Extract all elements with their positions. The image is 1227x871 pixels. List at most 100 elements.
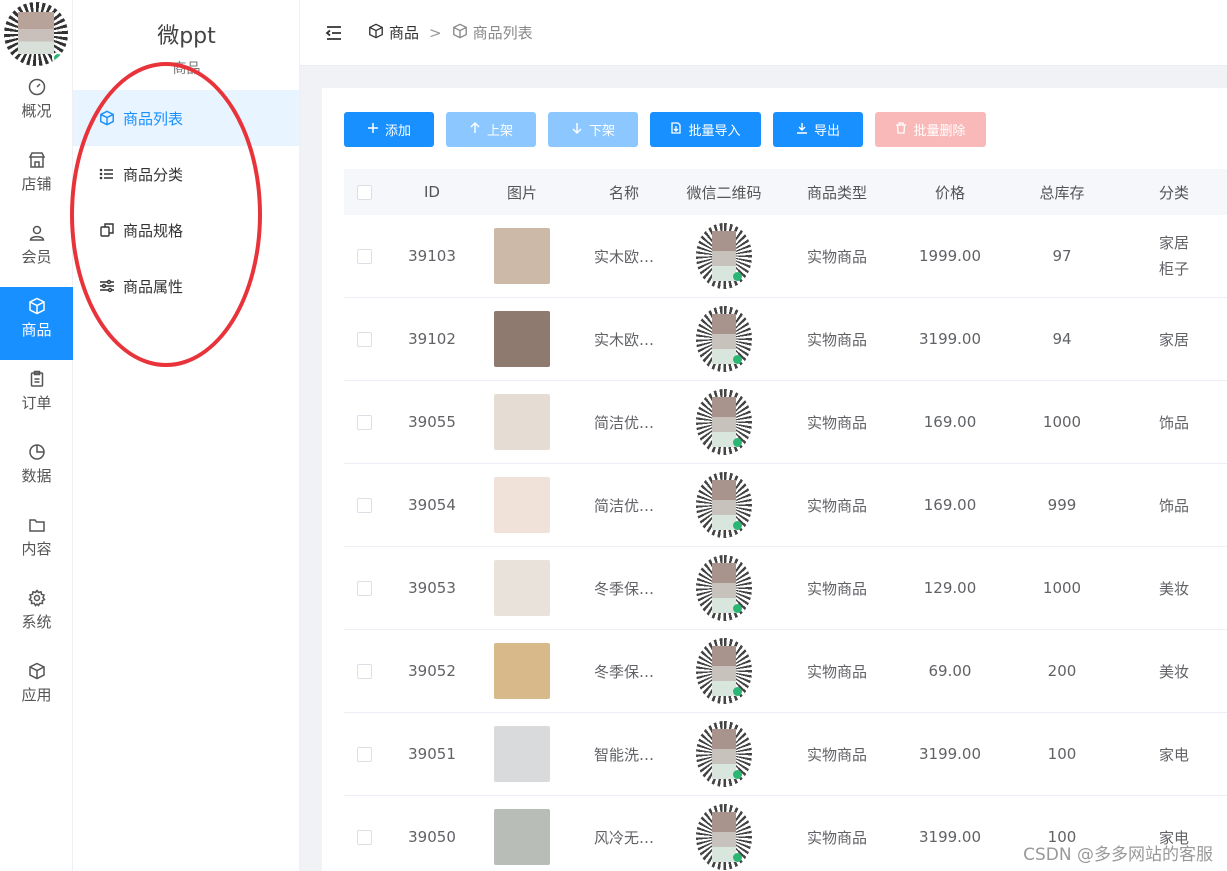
cell-qr [684,555,764,621]
row-checkbox[interactable] [356,497,372,513]
rail-item-data[interactable]: 数据 [0,433,73,506]
gear-icon [27,589,46,607]
rail-item-overview[interactable]: 概况 [0,68,73,141]
box-icon [452,23,468,43]
submenu-item-goods-category[interactable]: 商品分类 [73,146,299,202]
header-stock: 总库存 [1039,183,1085,202]
user-icon [28,224,46,242]
cell-image [480,394,564,450]
row-select-cell [344,580,384,596]
category-text: 美妆 [1158,662,1189,681]
cell-category: 美妆 [1134,578,1214,599]
main-nav-rail: 概况 店铺 会员 商品 订单 数据 内容 系统 应用 [0,0,73,871]
product-thumbnail[interactable] [494,809,550,865]
rail-item-apps[interactable]: 应用 [0,652,73,725]
cell-qr [684,472,764,538]
cell-price: 69.00 [928,662,972,680]
cell-name: 简洁优… [593,413,654,432]
cell-price: 3199.00 [918,330,982,348]
select-all-checkbox[interactable] [356,184,372,200]
download-icon [796,122,808,137]
wechat-qr-code[interactable] [696,555,752,621]
batch-import-button[interactable]: 批量导入 [650,112,761,147]
box-icon [28,297,46,315]
cell-id: 39052 [408,662,456,680]
cell-stock: 1000 [1042,579,1082,597]
cell-price: 1999.00 [918,247,982,265]
row-checkbox[interactable] [356,331,372,347]
breadcrumb-item-goods[interactable]: 商品 [368,22,419,43]
rail-item-order[interactable]: 订单 [0,360,73,433]
arrow-down-icon [571,122,583,137]
row-checkbox[interactable] [356,248,372,264]
file-import-icon [670,122,682,137]
rail-item-system[interactable]: 系统 [0,579,73,652]
cell-type: 实物商品 [806,828,867,847]
row-checkbox[interactable] [356,746,372,762]
rail-item-shop[interactable]: 店铺 [0,141,73,214]
cell-qr [684,223,764,289]
cell-category: 饰品 [1134,495,1214,516]
clipboard-icon [28,370,46,388]
breadcrumb-item-goods-list: 商品列表 [452,22,533,43]
row-checkbox[interactable] [356,663,372,679]
row-checkbox[interactable] [356,414,372,430]
wechat-qr-code[interactable] [696,472,752,538]
row-select-cell [344,829,384,845]
submenu: 微ppt 商品 商品列表 商品分类 商品规格 商品属性 [73,0,300,871]
folder-icon [28,516,46,534]
toolbar: 添加 上架 下架 批量导入 导出 批量删除 [344,112,986,147]
add-button[interactable]: 添加 [344,112,434,147]
table-row: 39051 智能洗… 实物商品 3199.00 100 家电 [344,713,1227,796]
select-all-cell [344,184,384,200]
avatar[interactable] [4,2,68,66]
cell-qr [684,389,764,455]
dashboard-icon [28,78,46,96]
cell-type: 实物商品 [806,579,867,598]
cell-stock: 200 [1047,662,1077,680]
submenu-item-goods-list[interactable]: 商品列表 [73,90,299,146]
product-thumbnail[interactable] [494,643,550,699]
cell-image [480,311,564,367]
product-thumbnail[interactable] [494,228,550,284]
rail-item-member[interactable]: 会员 [0,214,73,287]
header-qr: 微信二维码 [686,183,762,202]
product-thumbnail[interactable] [494,726,550,782]
cell-stock: 94 [1052,330,1072,348]
export-button[interactable]: 导出 [773,112,863,147]
rail-item-goods[interactable]: 商品 [0,287,73,360]
cell-name: 实木欧… [593,247,654,266]
row-checkbox[interactable] [356,829,372,845]
header-category: 分类 [1158,183,1189,202]
submenu-item-goods-attr[interactable]: 商品属性 [73,258,299,314]
shelve-up-button[interactable]: 上架 [446,112,536,147]
wechat-qr-code[interactable] [696,804,752,870]
table-row: 39053 冬季保… 实物商品 129.00 1000 美妆 [344,547,1227,630]
wechat-qr-code[interactable] [696,389,752,455]
cell-id: 39051 [408,745,456,763]
shelve-down-button[interactable]: 下架 [548,112,638,147]
wechat-qr-code[interactable] [696,223,752,289]
cell-qr [684,721,764,787]
cell-id: 39053 [408,579,456,597]
wechat-qr-code[interactable] [696,638,752,704]
batch-delete-button[interactable]: 批量删除 [875,112,986,147]
wechat-qr-code[interactable] [696,721,752,787]
product-thumbnail[interactable] [494,477,550,533]
rail-item-content[interactable]: 内容 [0,506,73,579]
category-text: 家电 [1158,745,1189,764]
row-checkbox[interactable] [356,580,372,596]
arrow-up-icon [469,122,481,137]
category-text: 家居 [1158,330,1189,349]
wechat-qr-code[interactable] [696,306,752,372]
cell-stock: 999 [1047,496,1077,514]
submenu-item-goods-spec[interactable]: 商品规格 [73,202,299,258]
cell-qr [684,804,764,870]
product-thumbnail[interactable] [494,560,550,616]
cell-type: 实物商品 [806,745,867,764]
product-thumbnail[interactable] [494,311,550,367]
menu-fold-icon[interactable] [324,23,344,43]
row-select-cell [344,663,384,679]
cell-id: 39050 [408,828,456,846]
product-thumbnail[interactable] [494,394,550,450]
